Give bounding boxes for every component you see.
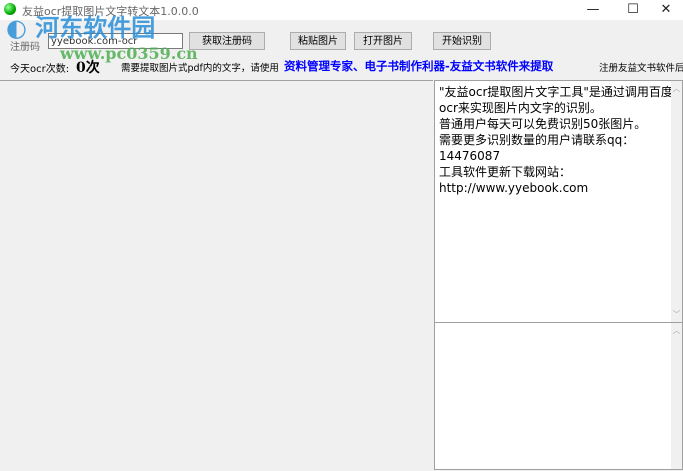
- app-icon: [4, 3, 16, 15]
- title-bar: 友益ocr提取图片文字转文本1.0.0.0 — ☐ ✕: [0, 0, 683, 20]
- status-row: 今天ocr次数: 0次 需要提取图片式pdf内的文字，请使用 资料管理专家、电子…: [0, 57, 683, 76]
- result-textbox[interactable]: ︿: [434, 322, 683, 470]
- scrollbar[interactable]: ︿ ﹀: [671, 81, 682, 322]
- close-button[interactable]: ✕: [649, 0, 683, 20]
- open-image-button[interactable]: 打开图片: [354, 32, 412, 50]
- start-ocr-button[interactable]: 开始识别: [433, 32, 491, 50]
- minimize-button[interactable]: —: [576, 0, 610, 20]
- count-label: 今天ocr次数:: [10, 64, 70, 75]
- window-title: 友益ocr提取图片文字转文本1.0.0.0: [22, 5, 199, 18]
- reg-code-input[interactable]: yyebook.com-ocr: [48, 33, 183, 49]
- reg-code-label: 注册码: [10, 42, 40, 53]
- scroll-up-icon[interactable]: ︿: [671, 83, 682, 94]
- scroll-down-icon[interactable]: ﹀: [671, 309, 682, 320]
- scroll-up-icon[interactable]: ︿: [671, 325, 682, 336]
- info-text: "友益ocr提取图片文字工具"是通过调用百度ocr来实现图片内文字的识别。 普通…: [439, 85, 673, 195]
- paste-image-button[interactable]: 粘贴图片: [290, 32, 346, 50]
- maximize-button[interactable]: ☐: [616, 0, 650, 20]
- register-hint: 注册友益文书软件后: [599, 63, 683, 74]
- count-value: 0次: [76, 60, 100, 76]
- wenshu-link[interactable]: 资料管理专家、电子书制作利器-友益文书软件来提取: [284, 58, 553, 74]
- scrollbar[interactable]: ︿: [671, 323, 682, 469]
- image-preview-area[interactable]: [0, 80, 433, 471]
- info-textbox[interactable]: "友益ocr提取图片文字工具"是通过调用百度ocr来实现图片内文字的识别。 普通…: [434, 80, 683, 323]
- pdf-hint: 需要提取图片式pdf内的文字，请使用: [121, 63, 279, 74]
- get-reg-code-button[interactable]: 获取注册码: [189, 32, 265, 50]
